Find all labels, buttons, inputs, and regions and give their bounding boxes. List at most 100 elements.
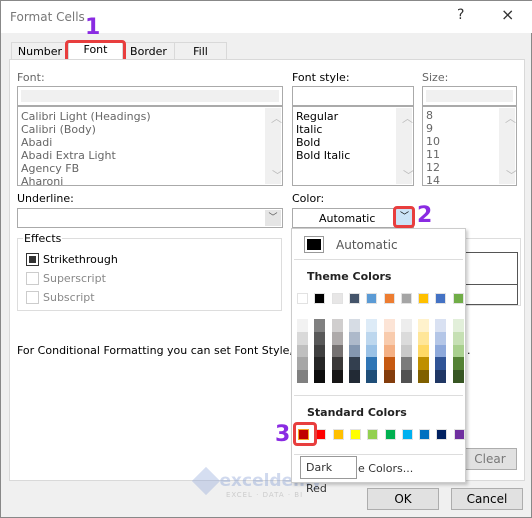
theme-shade-swatch[interactable]	[314, 331, 326, 345]
theme-shade-swatch[interactable]	[418, 331, 430, 345]
theme-shade-swatch[interactable]	[452, 331, 464, 345]
theme-shade-swatch[interactable]	[400, 370, 412, 383]
theme-shade-swatch[interactable]	[297, 344, 308, 358]
theme-shade-swatch[interactable]	[400, 357, 412, 371]
subscript-label[interactable]: Subscript	[43, 291, 95, 304]
font-input[interactable]	[17, 86, 283, 106]
font-item[interactable]: Calibri Light (Headings)	[18, 110, 282, 123]
theme-shade-swatch[interactable]	[297, 357, 308, 371]
font-item[interactable]: Abadi	[18, 136, 282, 149]
size-list[interactable]: 8 9 10 11 12 14 ︿ ﹀	[422, 106, 517, 186]
theme-shade-swatch[interactable]	[331, 344, 343, 358]
tab-fill[interactable]: Fill	[174, 42, 227, 60]
theme-shade-swatch[interactable]	[418, 344, 430, 358]
strikethrough-label[interactable]: Strikethrough	[43, 253, 118, 266]
standard-color-swatch[interactable]	[401, 429, 413, 440]
theme-shade-swatch[interactable]	[400, 344, 412, 358]
theme-shade-swatch[interactable]	[348, 344, 360, 358]
theme-shade-swatch[interactable]	[366, 344, 378, 358]
cancel-button[interactable]: Cancel	[451, 488, 523, 510]
font-item[interactable]: Abadi Extra Light	[18, 149, 282, 162]
size-input[interactable]	[422, 86, 517, 106]
theme-shade-swatch[interactable]	[297, 319, 308, 332]
theme-color-swatch[interactable]	[297, 293, 308, 304]
font-style-input[interactable]	[292, 86, 414, 106]
theme-shade-swatch[interactable]	[331, 331, 343, 345]
theme-shade-swatch[interactable]	[418, 370, 430, 383]
standard-color-swatch[interactable]	[436, 429, 448, 440]
standard-color-swatch[interactable]	[367, 429, 379, 440]
superscript-checkbox[interactable]	[26, 272, 39, 285]
theme-color-swatch[interactable]	[435, 293, 447, 304]
theme-color-swatch[interactable]	[383, 293, 395, 304]
clear-button[interactable]: Clear	[463, 448, 517, 470]
theme-shade-swatch[interactable]	[383, 319, 395, 332]
chevron-down-icon[interactable]: ﹀	[265, 210, 281, 226]
more-colors-option[interactable]: e Colors...	[358, 462, 413, 475]
theme-color-swatch[interactable]	[331, 293, 343, 304]
standard-color-swatch[interactable]	[453, 429, 465, 440]
theme-color-swatch[interactable]	[348, 293, 360, 304]
theme-shade-swatch[interactable]	[348, 331, 360, 345]
theme-shade-swatch[interactable]	[366, 319, 378, 332]
font-item[interactable]: Aharoni	[18, 175, 282, 185]
theme-color-swatch[interactable]	[418, 293, 430, 304]
automatic-color-swatch[interactable]	[304, 236, 324, 253]
font-item[interactable]: Agency FB	[18, 162, 282, 175]
theme-shade-swatch[interactable]	[366, 331, 378, 345]
font-list[interactable]: Calibri Light (Headings) Calibri (Body) …	[17, 106, 283, 186]
font-style-item[interactable]: Bold	[293, 136, 413, 149]
underline-dropdown[interactable]: ﹀	[17, 208, 283, 228]
theme-shade-swatch[interactable]	[348, 319, 360, 332]
theme-color-swatch[interactable]	[400, 293, 412, 304]
automatic-color-option[interactable]: Automatic	[336, 238, 398, 252]
theme-color-swatch[interactable]	[314, 293, 326, 304]
theme-shade-swatch[interactable]	[435, 331, 447, 345]
theme-shade-swatch[interactable]	[297, 331, 308, 345]
font-style-item[interactable]: Bold Italic	[293, 149, 413, 162]
theme-shade-swatch[interactable]	[348, 357, 360, 371]
theme-shade-swatch[interactable]	[314, 370, 326, 383]
strikethrough-checkbox[interactable]	[26, 253, 39, 266]
theme-shade-swatch[interactable]	[366, 357, 378, 371]
subscript-checkbox[interactable]	[26, 291, 39, 304]
size-scrollbar[interactable]: ︿ ﹀	[499, 108, 516, 184]
theme-shade-swatch[interactable]	[452, 344, 464, 358]
font-style-scrollbar[interactable]: ︿ ﹀	[396, 108, 413, 184]
font-style-item[interactable]: Italic	[293, 123, 413, 136]
superscript-label[interactable]: Superscript	[43, 272, 106, 285]
theme-shade-swatch[interactable]	[383, 331, 395, 345]
tab-border[interactable]: Border	[122, 42, 175, 60]
ok-button[interactable]: OK	[367, 488, 439, 510]
theme-shade-swatch[interactable]	[452, 357, 464, 371]
theme-shade-swatch[interactable]	[383, 357, 395, 371]
help-button[interactable]: ?	[457, 7, 464, 23]
tab-number[interactable]: Number	[11, 42, 69, 60]
theme-shade-swatch[interactable]	[400, 319, 412, 332]
theme-color-swatch[interactable]	[366, 293, 378, 304]
theme-shade-swatch[interactable]	[435, 357, 447, 371]
theme-shade-swatch[interactable]	[452, 370, 464, 383]
theme-shade-swatch[interactable]	[314, 319, 326, 332]
theme-color-swatch[interactable]	[452, 293, 464, 304]
theme-shade-swatch[interactable]	[366, 370, 378, 383]
theme-shade-swatch[interactable]	[314, 344, 326, 358]
font-list-scrollbar[interactable]: ︿ ﹀	[265, 108, 282, 184]
theme-shade-swatch[interactable]	[418, 357, 430, 371]
theme-shade-swatch[interactable]	[383, 344, 395, 358]
theme-shade-swatch[interactable]	[314, 357, 326, 371]
theme-shade-swatch[interactable]	[297, 370, 308, 383]
theme-shade-swatch[interactable]	[331, 319, 343, 332]
close-button[interactable]: ×	[501, 5, 514, 24]
standard-color-swatch[interactable]	[419, 429, 431, 440]
standard-color-swatch[interactable]	[384, 429, 396, 440]
font-item[interactable]: Calibri (Body)	[18, 123, 282, 136]
theme-shade-swatch[interactable]	[383, 370, 395, 383]
standard-color-swatch[interactable]	[349, 429, 361, 440]
theme-shade-swatch[interactable]	[348, 370, 360, 383]
theme-shade-swatch[interactable]	[435, 344, 447, 358]
theme-shade-swatch[interactable]	[331, 370, 343, 383]
theme-shade-swatch[interactable]	[452, 319, 464, 332]
font-style-list[interactable]: Regular Italic Bold Bold Italic ︿ ﹀	[292, 106, 414, 186]
theme-shade-swatch[interactable]	[435, 319, 447, 332]
